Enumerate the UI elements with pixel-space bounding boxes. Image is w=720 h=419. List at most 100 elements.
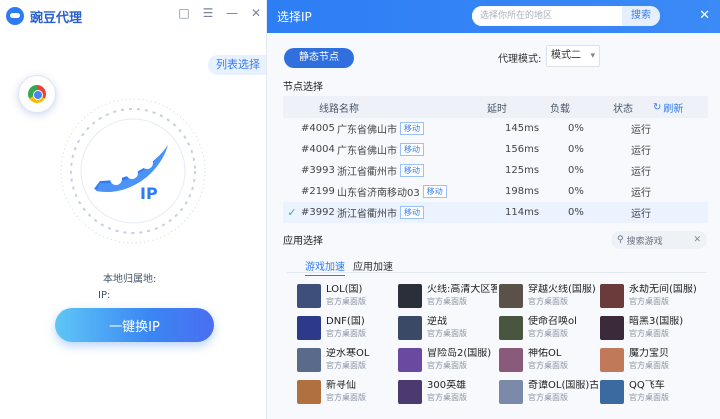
app-name: 豌豆代理 [30,10,83,26]
panel-close-icon[interactable]: ✕ [699,8,710,23]
game-thumbnail-icon [398,348,422,372]
browser-button[interactable] [18,75,56,113]
region-search-input[interactable] [472,6,622,26]
svg-text:IP: IP [140,184,158,203]
game-item[interactable]: 穿越火线(国服) 官方桌面版 [499,280,600,312]
node-table-header: 线路名称 延时 负载 状态 ↻ 刷新 [283,96,708,118]
node-latency: 145ms [505,123,540,134]
close-icon[interactable]: ✕ [250,6,262,20]
game-item[interactable]: 冒险岛2(国服) 官方桌面版 [398,344,499,376]
app-tabs: 游戏加速 应用加速 [305,258,393,276]
right-header: 选择IP 搜索 ✕ [267,0,720,33]
game-name: DNF(国) [326,316,365,327]
node-name: 广东省佛山市 [337,146,397,157]
game-thumbnail-icon [297,380,321,404]
game-item[interactable]: DNF(国) 官方桌面版 [297,312,398,344]
static-nodes-button[interactable]: 静态节点 [284,48,354,68]
node-id: #4004 [301,144,335,155]
game-edition: 官方桌面版 [326,361,366,370]
game-item[interactable]: 魔力宝贝 官方桌面版 [600,344,701,376]
carrier-tag: 移动 [400,206,424,219]
game-item[interactable]: 奇谭OL(国服)古 官方桌面版 [499,376,600,408]
game-item[interactable]: 神佑OL 官方桌面版 [499,344,600,376]
tab-app-accel[interactable]: 应用加速 [353,258,393,276]
local-location-label: 本地归属地: [103,274,157,285]
game-edition: 官方桌面版 [326,329,366,338]
game-edition: 官方桌面版 [427,297,467,306]
carrier-tag: 移动 [422,185,447,198]
game-name: QQ飞车 [629,380,665,391]
game-item[interactable]: 火线:高清大区客 官方桌面版 [398,280,499,312]
node-row[interactable]: ✓ #3992 浙江省衢州市 移动 114ms 0% 运行 [283,202,708,223]
switch-ip-button[interactable]: 一键换IP [55,308,214,342]
search-icon: ⚲ [617,235,624,245]
game-item[interactable]: 新寻仙 官方桌面版 [297,376,398,408]
node-latency: 156ms [505,144,540,155]
game-edition: 官方桌面版 [427,329,467,338]
node-name-cell: 广东省佛山市 移动 [337,121,505,136]
node-id: #3992 [301,207,335,218]
game-name: 暗黑3(国服) [629,316,684,327]
game-item[interactable]: QQ飞车官方桌面版 [600,376,701,408]
refresh-label: 刷新 [663,103,684,115]
game-thumbnail-icon [398,284,422,308]
node-row[interactable]: #4005 广东省佛山市 移动 145ms 0% 运行 [283,118,708,139]
game-edition: 官方桌面版 [629,393,669,402]
game-item[interactable]: 逆战 官方桌面版 [398,312,499,344]
node-name-cell: 浙江省衢州市 移动 [337,205,505,220]
clear-icon[interactable]: ✕ [693,235,701,245]
node-name-cell: 广东省佛山市 移动 [337,142,505,157]
node-id: #4005 [301,123,335,134]
tab-game-accel[interactable]: 游戏加速 [305,258,345,276]
game-item[interactable]: 使命召唤ol 官方桌面版 [499,312,600,344]
proxy-mode-select[interactable]: 模式二 ▾ [546,45,600,67]
game-edition: 官方桌面版 [528,297,568,306]
game-item[interactable]: 永劫无间(国服) 官方桌面版 [600,280,701,312]
node-table: 线路名称 延时 负载 状态 ↻ 刷新 #4005 广东省佛山市 移动 145ms 0% 运… [283,96,708,223]
node-state: 运行 [631,167,651,178]
node-latency: 198ms [505,186,540,197]
minimize-icon[interactable]: — [226,6,238,20]
pea-logo-icon [6,7,24,25]
game-item[interactable]: 暗黑3(国服) 官方桌面版 [600,312,701,344]
game-grid: LOL(国) 官方桌面版 火线:高清大区客 官方桌面版 穿越火线(国服) 官方桌面版 永劫无… [297,280,707,408]
game-edition: 官方桌面版 [427,361,467,370]
game-thumbnail-icon [600,348,624,372]
node-name: 浙江省衢州市 [337,209,397,220]
game-search-box[interactable]: ⚲ 搜索游戏 ✕ [611,231,707,249]
carrier-tag: 移动 [400,164,424,177]
node-name-cell: 浙江省衢州市 移动 [337,163,505,178]
game-item[interactable]: LOL(国) 官方桌面版 [297,280,398,312]
game-edition: 官方桌面版 [629,329,669,338]
refresh-button[interactable]: ↻ 刷新 [653,100,683,115]
game-edition: 官方桌面版 [427,393,467,402]
game-name: 300英雄 [427,380,467,391]
refresh-icon: ↻ [653,101,662,113]
game-item[interactable]: 300英雄官方桌面版 [398,376,499,408]
node-row[interactable]: #4004 广东省佛山市 移动 156ms 0% 运行 [283,139,708,160]
game-name: 使命召唤ol [528,316,577,327]
node-load: 0% [568,186,584,197]
menu-icon[interactable]: ☰ [202,6,214,20]
search-button[interactable]: 搜索 [622,6,660,26]
game-thumbnail-icon [499,316,523,340]
tab-divider [287,272,707,273]
node-state: 运行 [631,209,651,220]
game-item[interactable]: 逆水寒OL 官方桌面版 [297,344,398,376]
game-thumbnail-icon [499,380,523,404]
game-thumbnail-icon [297,284,321,308]
node-name: 广东省佛山市 [337,125,397,136]
carrier-tag: 移动 [400,143,424,156]
game-edition: 官方桌面版 [629,297,669,306]
list-select-button[interactable]: 列表选择 [208,55,266,75]
left-panel: 豌豆代理 □ ☰ — ✕ 列表选择 IP 本地归属地: IP: 一键换IP [0,0,267,419]
node-latency: 125ms [505,165,540,176]
game-edition: 官方桌面版 [528,361,568,370]
node-row[interactable]: #2199 山东省济南移动03 移动 198ms 0% 运行 [283,181,708,202]
game-thumbnail-icon [600,284,624,308]
node-row[interactable]: #3993 浙江省衢州市 移动 125ms 0% 运行 [283,160,708,181]
apps-section-title: 应用选择 [283,236,323,247]
message-icon[interactable]: □ [178,6,190,20]
game-name: 冒险岛2(国服) [427,348,492,359]
node-state: 运行 [631,188,651,199]
